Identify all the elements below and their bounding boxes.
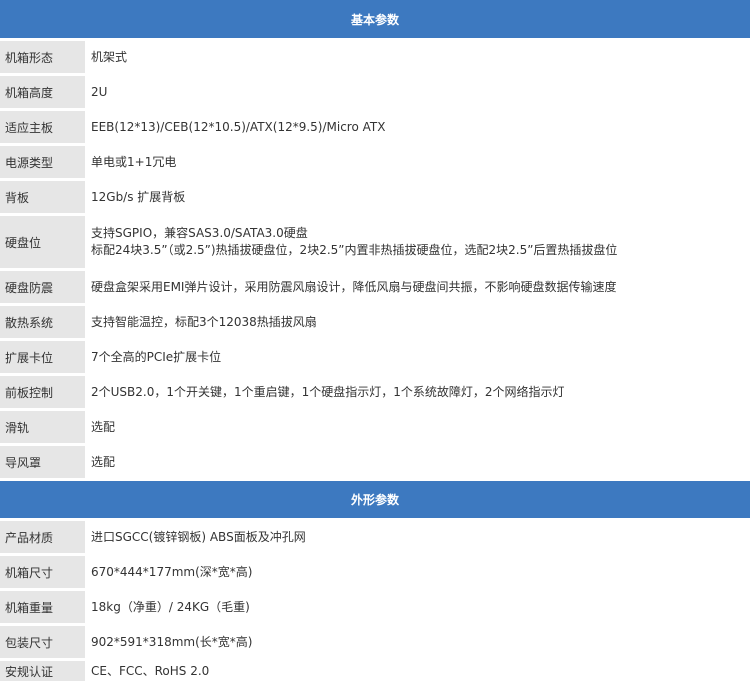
spec-value-line: 支持SGPIO，兼容SAS3.0/SATA3.0硬盘 (91, 226, 308, 240)
spec-row: 散热系统 支持智能温控，标配3个12038热插拔风扇 (0, 306, 750, 338)
spec-value-line: CE、FCC、RoHS 2.0 (91, 663, 210, 678)
spec-row: 导风罩 选配 (0, 446, 750, 478)
spec-value-line: 选配 (91, 419, 116, 434)
spec-value: 进口SGCC(镀锌钢板) ABS面板及冲孔网 (88, 521, 750, 553)
spec-value-line: 标配24块3.5”（或2.5”)热插拔硬盘位，2块2.5”内置非热插拔硬盘位，选… (91, 243, 618, 257)
spec-value-line: 902*591*318mm(长*宽*高) (91, 634, 253, 649)
spec-value-line: EEB(12*13)/CEB(12*10.5)/ATX(12*9.5)/Micr… (91, 119, 386, 134)
spec-value-line: 机架式 (91, 49, 128, 64)
spec-value: 2U (88, 76, 750, 108)
spec-value-line: 支持智能温控，标配3个12038热插拔风扇 (91, 314, 317, 329)
spec-label: 电源类型 (0, 146, 85, 178)
spec-label: 硬盘位 (0, 216, 85, 268)
spec-value: 单电或1+1冗电 (88, 146, 750, 178)
spec-value-line: 670*444*177mm(深*宽*高) (91, 564, 253, 579)
spec-table: 基本参数 机箱形态 机架式 机箱高度 2U 适应主板 EEB(12*13)/CEB(12*1… (0, 0, 750, 681)
spec-label: 滑轨 (0, 411, 85, 443)
spec-row: 硬盘位 支持SGPIO，兼容SAS3.0/SATA3.0硬盘标配24块3.5”（或… (0, 216, 750, 268)
section-header: 外形参数 (0, 481, 750, 518)
spec-label: 散热系统 (0, 306, 85, 338)
spec-row: 适应主板 EEB(12*13)/CEB(12*10.5)/ATX(12*9.5)/… (0, 111, 750, 143)
spec-label: 机箱重量 (0, 591, 85, 623)
spec-row: 机箱重量 18kg（净重）/ 24KG（毛重) (0, 591, 750, 623)
spec-label: 导风罩 (0, 446, 85, 478)
spec-label: 扩展卡位 (0, 341, 85, 373)
section-header: 基本参数 (0, 0, 750, 38)
spec-value: 902*591*318mm(长*宽*高) (88, 626, 750, 658)
spec-label: 机箱尺寸 (0, 556, 85, 588)
spec-value: 选配 (88, 446, 750, 478)
spec-value: CE、FCC、RoHS 2.0 (88, 661, 750, 681)
spec-value: 机架式 (88, 41, 750, 73)
spec-row: 电源类型 单电或1+1冗电 (0, 146, 750, 178)
spec-label: 产品材质 (0, 521, 85, 553)
spec-value: 670*444*177mm(深*宽*高) (88, 556, 750, 588)
spec-row: 产品材质 进口SGCC(镀锌钢板) ABS面板及冲孔网 (0, 521, 750, 553)
spec-row: 包装尺寸 902*591*318mm(长*宽*高) (0, 626, 750, 658)
spec-label: 机箱高度 (0, 76, 85, 108)
spec-label: 硬盘防震 (0, 271, 85, 303)
spec-value-line: 2个USB2.0，1个开关键，1个重启键，1个硬盘指示灯，1个系统故障灯，2个网… (91, 384, 565, 399)
spec-value: 2个USB2.0，1个开关键，1个重启键，1个硬盘指示灯，1个系统故障灯，2个网… (88, 376, 750, 408)
spec-value-line: 2U (91, 84, 108, 99)
spec-row: 背板 12Gb/s 扩展背板 (0, 181, 750, 213)
spec-value-line: 单电或1+1冗电 (91, 154, 177, 169)
spec-value: 12Gb/s 扩展背板 (88, 181, 750, 213)
spec-row: 前板控制 2个USB2.0，1个开关键，1个重启键，1个硬盘指示灯，1个系统故障灯… (0, 376, 750, 408)
spec-row: 机箱形态 机架式 (0, 41, 750, 73)
spec-value-line: 硬盘盒架采用EMI弹片设计，采用防震风扇设计，降低风扇与硬盘间共振，不影响硬盘数… (91, 279, 617, 294)
spec-value: 选配 (88, 411, 750, 443)
spec-label: 安规认证 (0, 661, 85, 681)
spec-value: 7个全高的PCIe扩展卡位 (88, 341, 750, 373)
spec-value-line: 18kg（净重）/ 24KG（毛重) (91, 599, 250, 614)
spec-label: 包装尺寸 (0, 626, 85, 658)
spec-row: 滑轨 选配 (0, 411, 750, 443)
spec-value-line: 7个全高的PCIe扩展卡位 (91, 349, 222, 364)
spec-value: 18kg（净重）/ 24KG（毛重) (88, 591, 750, 623)
spec-row: 机箱尺寸 670*444*177mm(深*宽*高) (0, 556, 750, 588)
spec-value-line: 选配 (91, 454, 116, 469)
spec-label: 背板 (0, 181, 85, 213)
spec-row: 硬盘防震 硬盘盒架采用EMI弹片设计，采用防震风扇设计，降低风扇与硬盘间共振，不影… (0, 271, 750, 303)
spec-value: 硬盘盒架采用EMI弹片设计，采用防震风扇设计，降低风扇与硬盘间共振，不影响硬盘数… (88, 271, 750, 303)
spec-row: 安规认证 CE、FCC、RoHS 2.0 (0, 661, 750, 681)
spec-value: 支持智能温控，标配3个12038热插拔风扇 (88, 306, 750, 338)
spec-value: 支持SGPIO，兼容SAS3.0/SATA3.0硬盘标配24块3.5”（或2.5… (88, 216, 750, 268)
spec-value: EEB(12*13)/CEB(12*10.5)/ATX(12*9.5)/Micr… (88, 111, 750, 143)
spec-row: 扩展卡位 7个全高的PCIe扩展卡位 (0, 341, 750, 373)
spec-row: 机箱高度 2U (0, 76, 750, 108)
spec-label: 前板控制 (0, 376, 85, 408)
spec-label: 机箱形态 (0, 41, 85, 73)
spec-value-line: 12Gb/s 扩展背板 (91, 189, 186, 204)
spec-value-line: 进口SGCC(镀锌钢板) ABS面板及冲孔网 (91, 529, 306, 544)
spec-label: 适应主板 (0, 111, 85, 143)
